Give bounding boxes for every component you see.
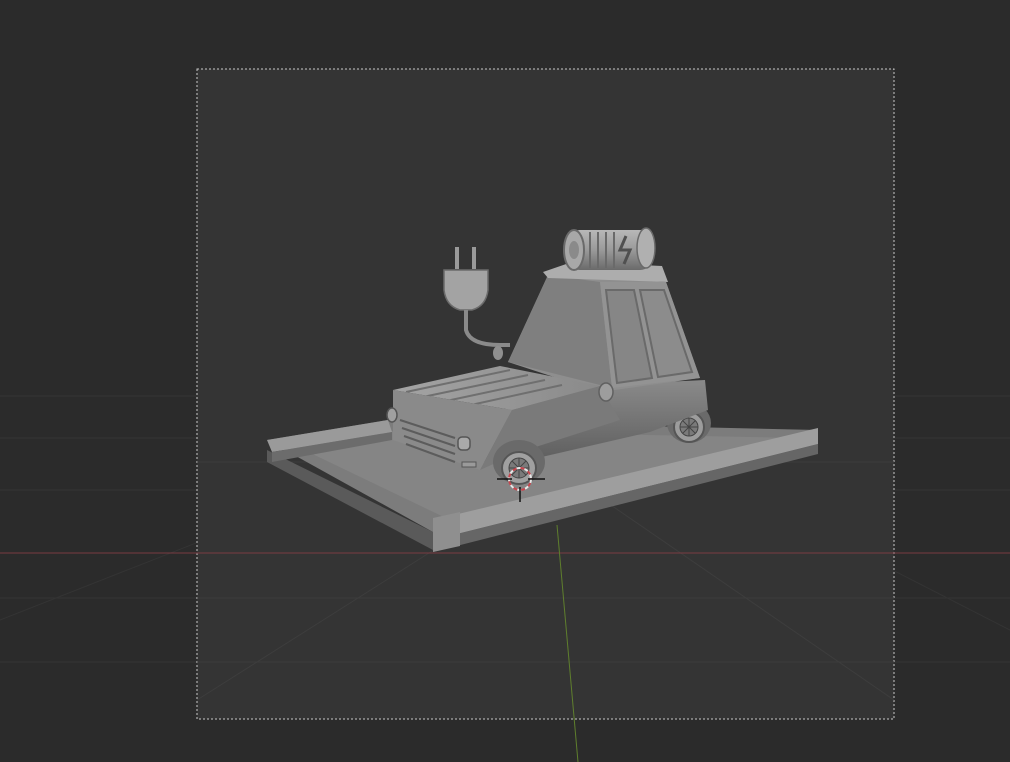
battery-model[interactable] [563, 227, 656, 271]
car-headlight [457, 436, 471, 451]
3d-viewport[interactable] [0, 0, 1010, 762]
car-mirror [598, 382, 614, 402]
car-side-light [386, 407, 398, 423]
front-wheel [493, 440, 545, 485]
